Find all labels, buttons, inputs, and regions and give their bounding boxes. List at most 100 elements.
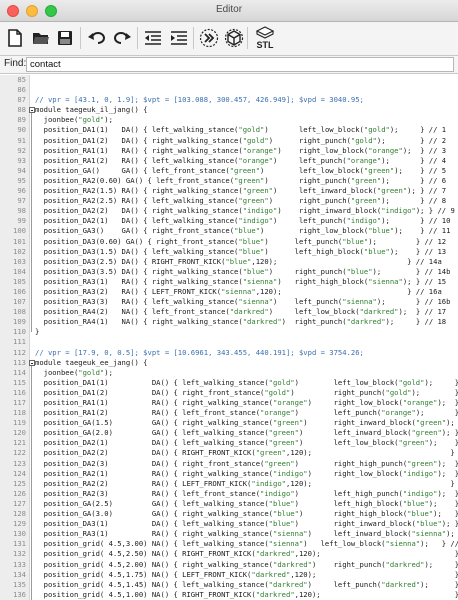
line-number: 130: [13, 529, 26, 539]
code-line: position_RA1(1) RA() { right_walking_sta…: [35, 145, 447, 155]
indent-button[interactable]: [166, 25, 192, 51]
code-line: position_grid( 4.5,1.75) NA() { LEFT_FRO…: [35, 569, 458, 579]
window-titlebar: Editor: [0, 0, 458, 22]
line-number: 112: [13, 347, 26, 357]
fold-toggle-icon[interactable]: [29, 107, 35, 114]
code-line: position_grid( 4.5,1.00) NA() { RIGHT_FR…: [35, 589, 458, 599]
line-number: 101: [13, 236, 26, 246]
open-file-button[interactable]: [28, 25, 54, 51]
find-input[interactable]: [26, 57, 454, 72]
code-area[interactable]: // vpr = [43.1, 0, 1.9]; $vpt = [103.088…: [35, 75, 458, 600]
unindent-icon: [145, 31, 161, 45]
code-line: position_RA3(3) RA() { left_walking_stan…: [35, 297, 451, 307]
code-line: position_RA1(2) RA() { left_walking_stan…: [35, 155, 447, 165]
line-number: 107: [13, 297, 26, 307]
code-comment-line: // vpr = [43.1, 0, 1.9]; $vpt = [103.088…: [35, 95, 364, 105]
code-line: position_DA3(0.60) GA() { right_front_st…: [35, 236, 447, 246]
line-number-gutter: 85 86 87 88 89 90 91 92 93 94 95 96 97 98 99 100 101 102 1…: [0, 75, 30, 600]
export-stl-button[interactable]: STL: [250, 25, 280, 51]
line-number: 87: [17, 95, 26, 105]
line-number: 131: [13, 539, 26, 549]
folder-open-icon: [33, 33, 49, 44]
fold-toggle-icon[interactable]: [29, 359, 35, 366]
line-number: 94: [17, 165, 26, 175]
code-line: position_DA3(1) DA() { left_walking_stan…: [35, 519, 458, 529]
line-number: 116: [13, 387, 26, 397]
code-line: position_GA(2.0) GA() { left_walking_sta…: [35, 428, 458, 438]
line-number: 121: [13, 438, 26, 448]
code-line: }: [35, 327, 40, 337]
code-line: position_GA3() GA() { right_front_stance…: [35, 226, 451, 236]
line-number: 95: [17, 175, 26, 185]
save-icon: [58, 31, 72, 45]
toolbar-separator: [80, 27, 81, 49]
line-number: 104: [13, 266, 26, 276]
code-line: position_RA3(1) RA() { right_walking_sta…: [35, 529, 455, 539]
line-number: 91: [17, 135, 26, 145]
toolbar-separator: [247, 27, 248, 49]
line-number: 124: [13, 468, 26, 478]
code-line: position_DA1(1) DA() { left_walking_stan…: [35, 377, 458, 387]
code-line: position_RA2(1) RA() { right_walking_sta…: [35, 468, 458, 478]
code-line: joonbee("gold");: [35, 367, 113, 377]
line-number: 106: [13, 286, 26, 296]
line-number: 108: [13, 307, 26, 317]
line-number: 85: [17, 75, 26, 84]
code-line: position_DA1(1) DA() { left_walking_stan…: [35, 125, 447, 135]
line-number: 128: [13, 509, 26, 519]
line-number: 99: [17, 216, 26, 226]
redo-button[interactable]: [109, 25, 135, 51]
line-number: 86: [17, 85, 26, 95]
line-number: 98: [17, 206, 26, 216]
line-number: 105: [13, 276, 26, 286]
toolbar-separator: [137, 27, 138, 49]
find-bar: Find:: [0, 56, 458, 74]
code-editor[interactable]: 85 86 87 88 89 90 91 92 93 94 95 96 97 98 99 100 101 102 1…: [0, 75, 458, 600]
code-line: position_RA3(2) RA() { LEFT_FRONT_KICK("…: [35, 286, 442, 296]
line-number: 114: [13, 367, 26, 377]
line-number: 97: [17, 196, 26, 206]
undo-button[interactable]: [84, 25, 110, 51]
line-number: 90: [17, 125, 26, 135]
stl-label: STL: [257, 40, 275, 50]
code-line: position_GA() GA() { left_front_stance("…: [35, 165, 447, 175]
line-number: 110: [13, 327, 26, 337]
line-number: 89: [17, 115, 26, 125]
line-number: 96: [17, 186, 26, 196]
code-line: position_RA4(2) NA() { left_front_stance…: [35, 307, 447, 317]
code-line: module taegeuk_il_jang() {: [35, 105, 148, 115]
code-line: position_DA2(2) DA() { right_walking_sta…: [35, 206, 455, 216]
new-file-button[interactable]: [2, 25, 28, 51]
new-file-icon: [8, 29, 22, 47]
line-number: 135: [13, 579, 26, 589]
line-number: 117: [13, 398, 26, 407]
code-line: position_DA3(1.5) DA() { left_walking_st…: [35, 246, 447, 256]
save-button[interactable]: [52, 25, 78, 51]
stl-icon: STL: [255, 26, 275, 50]
code-line: position_RA1(2) RA() { left_front_stance…: [35, 408, 458, 418]
render-button[interactable]: [221, 25, 247, 51]
indent-icon: [171, 31, 187, 45]
code-line: position_DA1(2) DA() { right_walking_sta…: [35, 135, 447, 145]
line-number: 92: [17, 145, 26, 155]
preview-button[interactable]: [196, 25, 222, 51]
code-line: position_DA2(1) DA() { left_walking_stan…: [35, 216, 451, 226]
window-title: Editor: [215, 4, 243, 15]
line-number: 125: [13, 478, 26, 488]
line-number: 133: [13, 559, 26, 569]
code-line: position_RA2(2.5) RA() { left_walking_st…: [35, 196, 447, 206]
code-line: position_DA1(2) DA() { right_front_stanc…: [35, 387, 458, 397]
toolbar: STL: [0, 22, 458, 56]
toolbar-separator: [193, 27, 194, 49]
code-line: module taegeuk_ee_jang() {: [35, 357, 148, 367]
code-line: position_DA2(1) DA() { left_walking_stan…: [35, 438, 458, 448]
line-number: 113: [13, 357, 26, 367]
unindent-button[interactable]: [140, 25, 166, 51]
line-number: 93: [17, 155, 26, 165]
code-line: joonbee("gold");: [35, 115, 113, 125]
code-line: position_RA2(2) RA() { LEFT_FRONT_KICK("…: [35, 478, 455, 488]
code-line: position_RA1(1) RA() { right_walking_sta…: [35, 398, 458, 407]
line-number: 126: [13, 488, 26, 498]
